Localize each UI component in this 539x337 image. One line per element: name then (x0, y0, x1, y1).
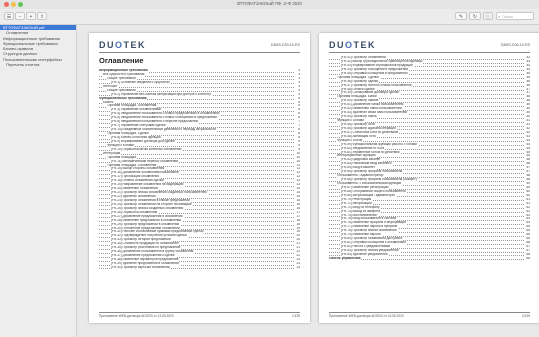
header-divider (329, 52, 530, 53)
document-code: D3MS-D30-10-RS (500, 43, 530, 47)
toolbar: ☰ − + ⇪ ✎ ↻ ⓘ ⌕ Поиск (0, 9, 539, 25)
toc-entry-title: [FR-40] Просмотр карточки объявления (111, 265, 171, 270)
window-title: ВТТОФАТЗАКОЫЙ ПФ. 2+Ф 2020 (237, 1, 302, 6)
page-footer: Приложение WEB-договора AD2020 от 13.05.… (329, 312, 530, 318)
document-code: D3MS-D30-10-RS (270, 43, 300, 47)
search-placeholder: Поиск (502, 14, 514, 19)
toc-list: Информационные требования 3 Все сущности и… (99, 69, 300, 270)
info-button[interactable]: ⓘ (483, 12, 493, 20)
pdf-page-1: DUOTEK D3MS-D30-10-RS Оглавление Информа… (89, 33, 310, 323)
footer-page-number: 1/139 (292, 314, 300, 318)
zoom-out-button[interactable]: − (15, 12, 25, 20)
company-logo: DUOTEK (329, 40, 377, 50)
search-input[interactable]: ⌕ Поиск (496, 12, 534, 20)
page-footer: Приложение WEB-договора AD2020 от 13.05.… (99, 312, 300, 318)
zoom-in-button[interactable]: + (26, 12, 36, 20)
sidebar-toggle-button[interactable]: ☰ (4, 12, 14, 20)
sidebar-outline: ВТТОФАТЗАКОЫЙ.pdf Оглавление Информационны… (0, 25, 77, 337)
search-icon: ⌕ (498, 14, 501, 19)
toc-title: Оглавление (99, 56, 144, 65)
toc-list: [FR-41] Просмотр объявлений 42 [FR-42] Выб… (329, 56, 530, 261)
toc-entry-page: 24 (295, 265, 300, 270)
toc-entry[interactable]: Панель управления 68 (329, 256, 530, 261)
toc-entry[interactable]: [FR-40] Просмотр карточки объявления 24 (99, 265, 300, 270)
toc-entry-page: 68 (525, 256, 530, 261)
footer-text: Приложение WEB-договора AD2020 от 13.05.… (99, 314, 174, 318)
company-logo: DUOTEK (99, 40, 147, 50)
pdf-page-2: DUOTEK D3MS-D30-10-RS [FR-41] Просмотр о… (319, 33, 539, 323)
rotate-button[interactable]: ↻ (469, 12, 481, 20)
toc-entry-title: Панель управления (329, 256, 362, 261)
footer-page-number: 2/139 (522, 314, 530, 318)
share-button[interactable]: ⇪ (37, 12, 47, 20)
header-divider (99, 52, 300, 53)
markup-button[interactable]: ✎ (455, 12, 467, 20)
footer-text: Приложение WEB-договора AD2020 от 13.05.… (329, 314, 404, 318)
sidebar-item[interactable]: Перечень отчетов (0, 62, 76, 67)
